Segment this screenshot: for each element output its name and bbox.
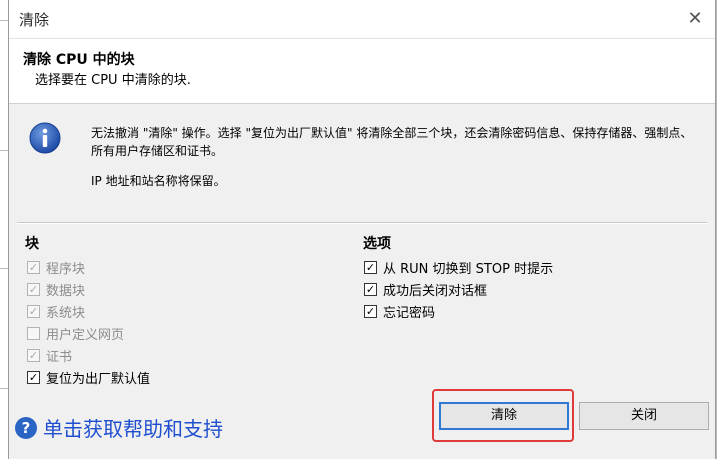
background-line bbox=[0, 268, 8, 269]
checkbox-box: ✓ bbox=[27, 260, 40, 274]
checkbox-box: ✓ bbox=[364, 282, 377, 296]
checkbox-box: ✓ bbox=[27, 282, 40, 296]
header-title: 清除 CPU 中的块 bbox=[23, 52, 135, 68]
info-note: IP 地址和站名称将保留。 bbox=[91, 174, 226, 188]
checkbox-box: ✓ bbox=[364, 260, 377, 274]
checkbox-prompt-run-stop[interactable]: ✓ 从 RUN 切换到 STOP 时提示 bbox=[364, 258, 554, 277]
divider bbox=[17, 222, 707, 224]
background-line bbox=[0, 20, 8, 21]
checkbox-label: 用户定义网页 bbox=[46, 327, 125, 343]
help-icon: ? bbox=[15, 416, 37, 439]
checkbox-box: ✓ bbox=[27, 348, 40, 362]
checkbox-label: 证书 bbox=[46, 349, 73, 365]
background-line bbox=[0, 388, 8, 389]
checkbox-label: 程序块 bbox=[46, 261, 86, 277]
window-title: 清除 bbox=[19, 11, 50, 29]
checkbox-forget-password[interactable]: ✓ 忘记密码 bbox=[364, 302, 436, 321]
checkbox-close-on-success[interactable]: ✓ 成功后关闭对话框 bbox=[364, 280, 488, 299]
background-line bbox=[716, 0, 717, 459]
checkbox-label: 从 RUN 切换到 STOP 时提示 bbox=[383, 261, 554, 277]
checkbox-user-web-pages[interactable]: 用户定义网页 bbox=[27, 324, 125, 343]
checkbox-factory-reset[interactable]: ✓ 复位为出厂默认值 bbox=[27, 368, 151, 387]
help-label: 单击获取帮助和支持 bbox=[43, 417, 223, 441]
checkbox-program-blocks[interactable]: ✓ 程序块 bbox=[27, 258, 86, 277]
close-icon[interactable]: ✕ bbox=[683, 7, 707, 31]
help-link[interactable]: ? 单击获取帮助和支持 bbox=[15, 413, 223, 442]
checkbox-box: ✓ bbox=[364, 304, 377, 318]
checkbox-label: 数据块 bbox=[46, 283, 86, 299]
checkbox-box: ✓ bbox=[27, 370, 40, 384]
checkbox-label: 成功后关闭对话框 bbox=[383, 283, 488, 299]
title-bar: 清除 ✕ bbox=[9, 0, 715, 39]
checkbox-data-blocks[interactable]: ✓ 数据块 bbox=[27, 280, 86, 299]
checkbox-label: 系统块 bbox=[46, 305, 86, 321]
checkbox-system-blocks[interactable]: ✓ 系统块 bbox=[27, 302, 86, 321]
clear-dialog: 清除 ✕ 清除 CPU 中的块 选择要在 CPU 中清除的块. 无法撤消 "清除… bbox=[8, 0, 716, 459]
close-button[interactable]: 关闭 bbox=[579, 402, 709, 430]
checkbox-box bbox=[27, 326, 40, 340]
info-icon bbox=[29, 122, 61, 154]
options-section-title: 选项 bbox=[363, 236, 391, 252]
dialog-header: 清除 CPU 中的块 选择要在 CPU 中清除的块. bbox=[9, 39, 715, 104]
background-line bbox=[0, 150, 8, 151]
clear-button[interactable]: 清除 bbox=[439, 402, 569, 430]
checkbox-box: ✓ bbox=[27, 304, 40, 318]
checkbox-label: 忘记密码 bbox=[383, 305, 436, 321]
info-message: 无法撤消 "清除" 操作。选择 "复位为出厂默认值" 将清除全部三个块，还会清除… bbox=[91, 126, 693, 158]
checkbox-certificates[interactable]: ✓ 证书 bbox=[27, 346, 73, 365]
header-subtitle: 选择要在 CPU 中清除的块. bbox=[35, 73, 191, 88]
info-area: 无法撤消 "清除" 操作。选择 "复位为出厂默认值" 将清除全部三个块，还会清除… bbox=[9, 104, 715, 214]
checkbox-label: 复位为出厂默认值 bbox=[46, 371, 151, 387]
blocks-section-title: 块 bbox=[25, 236, 39, 252]
